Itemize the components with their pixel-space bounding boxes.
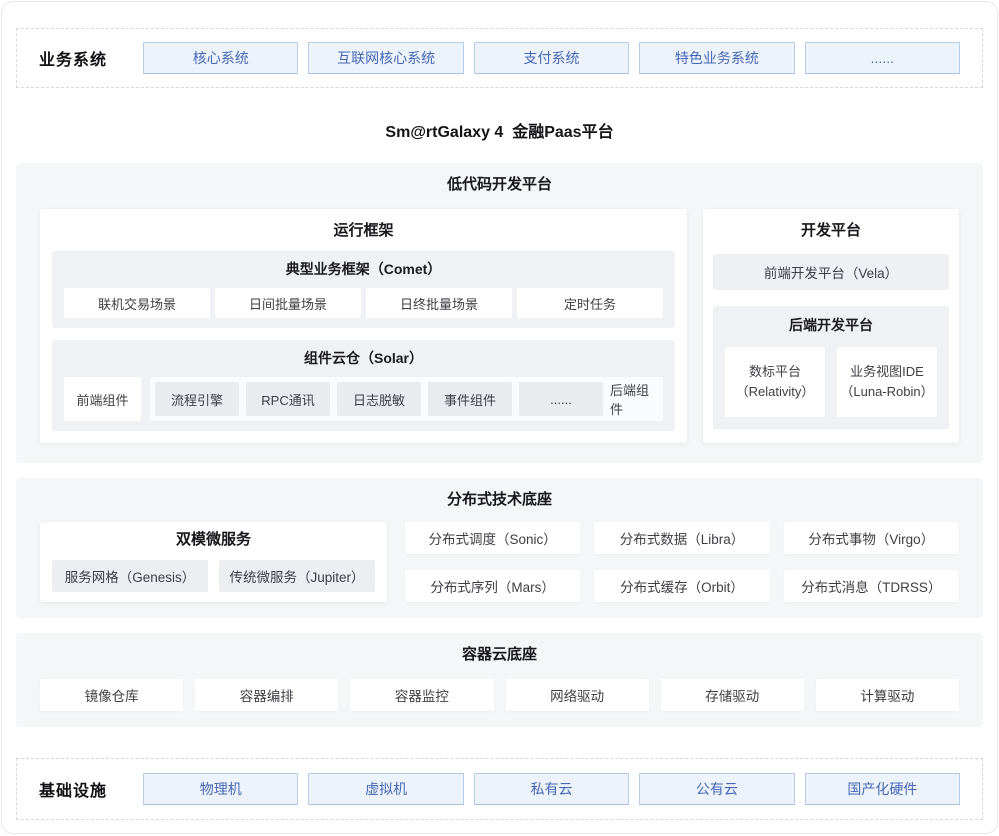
frontend-dev-platform-vela[interactable]: 前端开发平台（Vela） [713,254,949,290]
backend-item-luna-robin-name: 业务视图IDE [850,362,924,382]
solar-item-backend-components: 后端组件 [610,382,658,416]
distributed-scheduling-sonic[interactable]: 分布式调度（Sonic） [405,522,580,554]
backend-dev-items-row: 数标平台 （Relativity） 业务视图IDE （Luna-Robin） [725,347,937,417]
comet-item-online-trading[interactable]: 联机交易场景 [64,288,210,318]
comet-item-daytime-batch[interactable]: 日间批量场景 [215,288,361,318]
comet-framework-title: 典型业务框架（Comet） [64,260,663,279]
infra-virtual-machine[interactable]: 虚拟机 [308,773,463,805]
lowcode-columns: 运行框架 典型业务框架（Comet） 联机交易场景 日间批量场景 日终批量场景 … [40,209,959,443]
dev-platform-title: 开发平台 [713,221,949,241]
distributed-tech-title: 分布式技术底座 [40,490,959,510]
solar-item-event-components[interactable]: 事件组件 [428,382,512,416]
solar-middle-group: 流程引擎 RPC通讯 日志脱敏 事件组件 ...... 后端组件 [150,377,663,421]
lowcode-platform-title: 低代码开发平台 [40,175,959,195]
container-cloud-title: 容器云底座 [40,645,959,665]
dev-platform-box: 开发平台 前端开发平台（Vela） 后端开发平台 数标平台 （Relativit… [703,209,959,443]
distributed-data-libra[interactable]: 分布式数据（Libra） [594,522,769,554]
lowcode-platform-section: 低代码开发平台 运行框架 典型业务框架（Comet） 联机交易场景 日间批量场景… [16,163,983,463]
infrastructure-label: 基础设施 [39,777,143,801]
cc-item-compute-driver[interactable]: 计算驱动 [816,679,959,711]
solar-item-log-masking[interactable]: 日志脱敏 [337,382,421,416]
dual-mode-items-row: 服务网格（Genesis） 传统微服务（Jupiter） [52,560,375,592]
cc-item-container-orchestration[interactable]: 容器编排 [195,679,338,711]
infra-physical-machine[interactable]: 物理机 [143,773,298,805]
backend-dev-platform-box: 后端开发平台 数标平台 （Relativity） 业务视图IDE （Luna-R… [713,306,949,429]
cc-item-storage-driver[interactable]: 存储驱动 [661,679,804,711]
business-systems-buttons: 核心系统 互联网核心系统 支付系统 特色业务系统 ...... [143,42,960,74]
solar-component-repo-title: 组件云仓（Solar） [64,349,663,368]
business-system-special[interactable]: 特色业务系统 [639,42,794,74]
container-cloud-row: 镜像仓库 容器编排 容器监控 网络驱动 存储驱动 计算驱动 [40,679,959,711]
solar-items-row: 前端组件 流程引擎 RPC通讯 日志脱敏 事件组件 ...... 后端组件 [64,377,663,421]
solar-item-frontend-components[interactable]: 前端组件 [64,377,141,421]
backend-item-relativity-sub: （Relativity） [736,382,815,402]
comet-framework-box: 典型业务框架（Comet） 联机交易场景 日间批量场景 日终批量场景 定时任务 [52,251,675,328]
cc-item-image-registry[interactable]: 镜像仓库 [40,679,183,711]
backend-item-luna-robin[interactable]: 业务视图IDE （Luna-Robin） [837,347,937,417]
dual-mode-item-jupiter[interactable]: 传统微服务（Jupiter） [219,560,375,592]
architecture-diagram-card: 业务系统 核心系统 互联网核心系统 支付系统 特色业务系统 ...... Sm@… [1,1,998,834]
platform-title: Sm@rtGalaxy 4 金融Paas平台 [16,118,983,140]
infrastructure-panel: 基础设施 物理机 虚拟机 私有云 公有云 国产化硬件 [16,758,983,820]
infra-private-cloud[interactable]: 私有云 [474,773,629,805]
backend-item-luna-robin-sub: （Luna-Robin） [840,382,933,402]
backend-dev-platform-title: 后端开发平台 [725,316,937,335]
dual-mode-item-genesis[interactable]: 服务网格（Genesis） [52,560,208,592]
container-cloud-section: 容器云底座 镜像仓库 容器编排 容器监控 网络驱动 存储驱动 计算驱动 [16,633,983,727]
infra-public-cloud[interactable]: 公有云 [639,773,794,805]
infrastructure-buttons: 物理机 虚拟机 私有云 公有云 国产化硬件 [143,773,960,805]
solar-component-repo-box: 组件云仓（Solar） 前端组件 流程引擎 RPC通讯 日志脱敏 事件组件 ..… [52,340,675,431]
business-system-payment[interactable]: 支付系统 [474,42,629,74]
runtime-framework-box: 运行框架 典型业务框架（Comet） 联机交易场景 日间批量场景 日终批量场景 … [40,209,687,443]
comet-item-scheduled-task[interactable]: 定时任务 [517,288,663,318]
distributed-message-tdrss[interactable]: 分布式消息（TDRSS） [784,570,959,602]
backend-item-relativity[interactable]: 数标平台 （Relativity） [725,347,825,417]
solar-item-rpc-comm[interactable]: RPC通讯 [246,382,330,416]
solar-item-process-engine[interactable]: 流程引擎 [155,382,239,416]
distributed-row: 双模微服务 服务网格（Genesis） 传统微服务（Jupiter） 分布式调度… [40,522,959,602]
cc-item-network-driver[interactable]: 网络驱动 [506,679,649,711]
business-systems-label: 业务系统 [39,46,143,70]
business-system-more[interactable]: ...... [805,42,960,74]
backend-item-relativity-name: 数标平台 [749,362,801,382]
cc-item-container-monitoring[interactable]: 容器监控 [350,679,493,711]
infra-domestic-hardware[interactable]: 国产化硬件 [805,773,960,805]
solar-item-more[interactable]: ...... [519,382,603,416]
business-system-core[interactable]: 核心系统 [143,42,298,74]
distributed-services-grid: 分布式调度（Sonic） 分布式数据（Libra） 分布式事物（Virgo） 分… [405,522,959,602]
dual-mode-microservice-title: 双模微服务 [52,530,375,550]
comet-item-endofday-batch[interactable]: 日终批量场景 [366,288,512,318]
distributed-sequence-mars[interactable]: 分布式序列（Mars） [405,570,580,602]
distributed-cache-orbit[interactable]: 分布式缓存（Orbit） [594,570,769,602]
comet-items-row: 联机交易场景 日间批量场景 日终批量场景 定时任务 [64,288,663,318]
distributed-transaction-virgo[interactable]: 分布式事物（Virgo） [784,522,959,554]
dual-mode-microservice-box: 双模微服务 服务网格（Genesis） 传统微服务（Jupiter） [40,522,387,602]
runtime-framework-title: 运行框架 [52,221,675,241]
distributed-tech-section: 分布式技术底座 双模微服务 服务网格（Genesis） 传统微服务（Jupite… [16,478,983,618]
business-system-internet-core[interactable]: 互联网核心系统 [308,42,463,74]
business-systems-panel: 业务系统 核心系统 互联网核心系统 支付系统 特色业务系统 ...... [16,28,983,88]
